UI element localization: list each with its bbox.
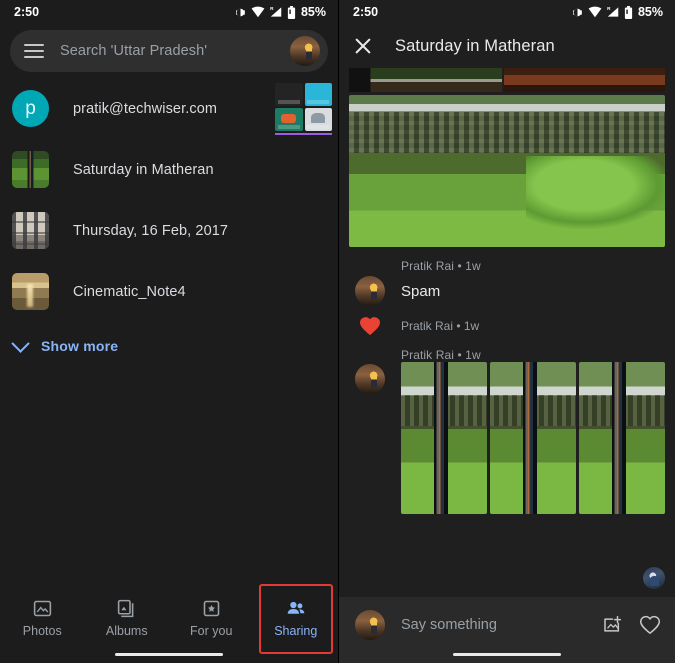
photo-meta: Pratik Rai • 1w bbox=[401, 259, 481, 273]
app-bar: Saturday in Matheran bbox=[339, 24, 675, 68]
nav-label: Albums bbox=[105, 624, 148, 638]
status-time: 2:50 bbox=[14, 5, 40, 19]
search-input[interactable]: Search 'Uttar Pradesh' bbox=[60, 43, 290, 59]
albums-icon bbox=[118, 599, 134, 618]
preview-grid-underline bbox=[275, 133, 332, 135]
signal-icon: R bbox=[607, 6, 619, 17]
for-you-icon bbox=[203, 600, 220, 617]
viewer-avatar bbox=[643, 567, 665, 589]
preview-card bbox=[275, 83, 303, 106]
sharing-icon bbox=[287, 601, 305, 614]
right-screen: 2:50 R 85% Saturday in Matheran Pratik R… bbox=[338, 0, 675, 663]
preview-card bbox=[275, 108, 303, 131]
home-indicator bbox=[453, 652, 561, 656]
bottom-navigation: Photos Albums For you Sharing bbox=[0, 584, 339, 663]
vibrate-icon bbox=[573, 8, 582, 16]
signal-icon: R bbox=[270, 6, 282, 17]
nav-item-for-you[interactable]: For you bbox=[169, 590, 254, 646]
list-item-album-matheran[interactable]: Saturday in Matheran bbox=[0, 139, 338, 200]
comment-item: Spam bbox=[339, 273, 675, 306]
status-icon-group: R 85% bbox=[234, 5, 326, 19]
battery-percent: 85% bbox=[300, 5, 326, 19]
dual-screenshot: 2:50 R 85% Search 'Uttar Pradesh' p prat… bbox=[0, 0, 675, 663]
nav-item-photos[interactable]: Photos bbox=[0, 590, 85, 646]
list-item-label: Thursday, 16 Feb, 2017 bbox=[73, 222, 229, 239]
photo-group-meta: Pratik Rai • 1w bbox=[401, 348, 481, 362]
search-bar[interactable]: Search 'Uttar Pradesh' bbox=[10, 30, 328, 72]
reaction-item: Pratik Rai • 1w bbox=[339, 306, 675, 336]
wifi-icon bbox=[588, 6, 602, 18]
wifi-icon bbox=[251, 6, 265, 18]
comment-input[interactable]: Say something bbox=[401, 617, 585, 633]
battery-percent: 85% bbox=[637, 5, 663, 19]
heart-filled-icon bbox=[355, 316, 385, 336]
nav-label: Photos bbox=[22, 624, 62, 638]
comment-composer[interactable]: Say something bbox=[339, 597, 675, 663]
feed-photo-hero[interactable] bbox=[349, 95, 665, 247]
reaction-meta: Pratik Rai • 1w bbox=[401, 319, 480, 333]
album-thumbnail bbox=[12, 151, 49, 188]
page-title: Saturday in Matheran bbox=[395, 36, 555, 55]
avatar: p bbox=[12, 90, 49, 127]
feed-photo[interactable] bbox=[349, 68, 503, 92]
avatar bbox=[355, 610, 385, 640]
status-bar-left: 2:50 R 85% bbox=[0, 0, 338, 24]
list-item-label: pratik@techwiser.com bbox=[73, 100, 218, 117]
photos-icon bbox=[33, 600, 51, 617]
hamburger-icon[interactable] bbox=[24, 44, 44, 58]
comment-text: Spam bbox=[401, 282, 441, 300]
list-item-album-cinematic[interactable]: Cinematic_Note4 bbox=[0, 261, 338, 322]
album-thumbnail bbox=[12, 212, 49, 249]
album-feed[interactable]: Pratik Rai • 1w Spam Pratik Rai • 1w Pra… bbox=[339, 68, 675, 597]
avatar bbox=[355, 276, 385, 306]
list-item-label: Cinematic_Note4 bbox=[73, 283, 186, 300]
add-photo-icon[interactable] bbox=[601, 614, 623, 636]
svg-text:R: R bbox=[270, 6, 274, 11]
list-item-album-date[interactable]: Thursday, 16 Feb, 2017 bbox=[0, 200, 338, 261]
avatar bbox=[355, 364, 385, 394]
svg-text:R: R bbox=[607, 6, 611, 11]
show-more-button[interactable]: Show more bbox=[0, 322, 338, 370]
list-item-label: Saturday in Matheran bbox=[73, 161, 214, 178]
nav-label: For you bbox=[190, 624, 233, 638]
status-icon-group: R 85% bbox=[571, 5, 663, 19]
account-avatar[interactable] bbox=[290, 36, 320, 66]
photo-group[interactable] bbox=[339, 362, 675, 514]
left-screen: 2:50 R 85% Search 'Uttar Pradesh' p prat… bbox=[0, 0, 338, 663]
status-time: 2:50 bbox=[353, 5, 379, 19]
nav-item-albums[interactable]: Albums bbox=[85, 590, 170, 646]
battery-icon bbox=[624, 5, 633, 19]
preview-card bbox=[304, 83, 332, 106]
photo-strip-partial bbox=[339, 68, 675, 92]
feed-photo[interactable] bbox=[490, 362, 576, 514]
status-bar-right: 2:50 R 85% bbox=[339, 0, 675, 24]
feed-photo[interactable] bbox=[579, 362, 665, 514]
preview-card bbox=[304, 108, 332, 131]
nav-label: Sharing bbox=[274, 624, 318, 638]
close-icon[interactable] bbox=[353, 36, 373, 56]
show-more-label: Show more bbox=[41, 338, 119, 354]
chevron-down-icon bbox=[11, 333, 30, 353]
feed-photo[interactable] bbox=[504, 68, 665, 92]
account-preview-grid bbox=[275, 83, 332, 131]
battery-icon bbox=[287, 5, 296, 19]
feed-photo[interactable] bbox=[401, 362, 487, 514]
heart-outline-icon[interactable] bbox=[639, 614, 661, 636]
nav-item-sharing[interactable]: Sharing bbox=[254, 584, 339, 654]
home-indicator bbox=[115, 652, 223, 656]
vibrate-icon bbox=[236, 8, 245, 16]
album-thumbnail bbox=[12, 273, 49, 310]
